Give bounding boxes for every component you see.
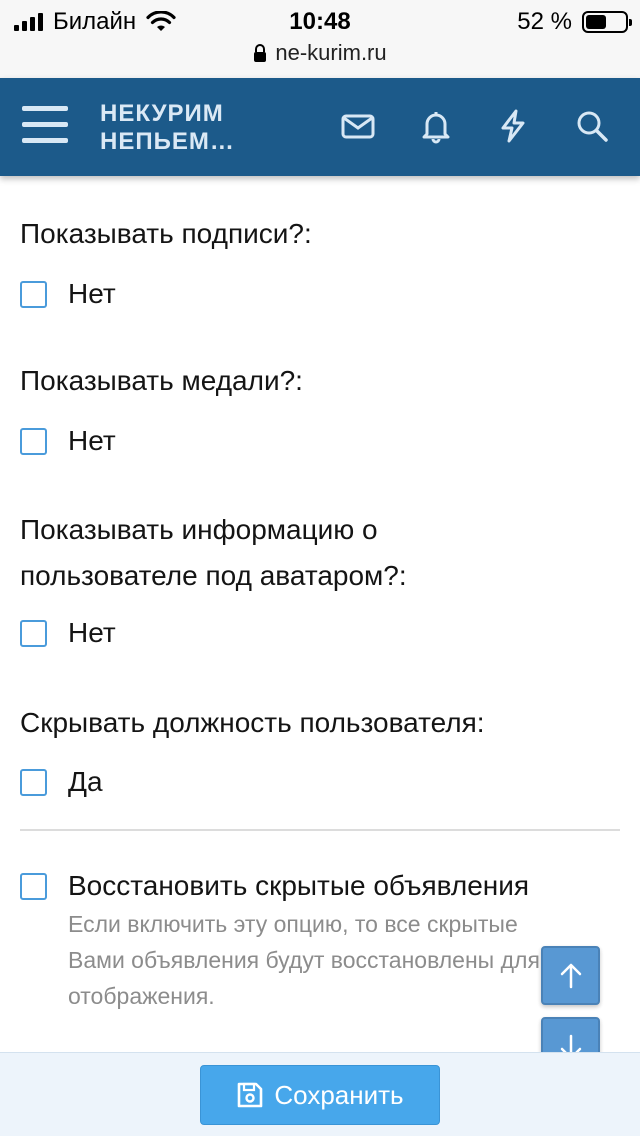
signatures-option[interactable]: Нет <box>20 278 116 310</box>
status-right: 52 % <box>517 8 632 36</box>
signatures-option-text: Нет <box>68 278 116 309</box>
signatures-checkbox[interactable] <box>20 280 47 308</box>
site-header: НЕКУРИМ НЕПЬЕМ… <box>0 78 640 176</box>
search-icon[interactable] <box>574 108 610 144</box>
hide-title-checkbox[interactable] <box>20 768 47 796</box>
battery-percent: 52 % <box>517 8 572 35</box>
battery-icon <box>582 11 632 33</box>
mail-icon[interactable] <box>340 108 376 144</box>
medals-option[interactable]: Нет <box>20 425 116 457</box>
battery-level <box>586 15 606 29</box>
save-button-label: Сохранить <box>274 1079 404 1110</box>
floppy-disk-icon <box>238 1082 263 1108</box>
hide-title-option[interactable]: Да <box>20 766 103 798</box>
menu-icon[interactable] <box>22 106 68 146</box>
logo-line-1: НЕКУРИМ <box>100 100 224 127</box>
divider <box>20 829 620 831</box>
user-info-label-line-2: пользователе под аватаром?: <box>20 560 407 591</box>
user-info-option[interactable]: Нет <box>20 617 116 649</box>
url-text: ne-kurim.ru <box>275 40 387 65</box>
restore-ads-option-text: Восстановить скрытые объявления <box>68 870 530 901</box>
save-button[interactable]: Сохранить <box>200 1065 440 1125</box>
arrow-up-icon <box>560 963 581 988</box>
scroll-up-button[interactable] <box>541 946 600 1005</box>
user-info-label-line-1: Показывать информацию о <box>20 514 378 545</box>
site-logo[interactable]: НЕКУРИМ НЕПЬЕМ… <box>100 100 235 156</box>
logo-line-2: НЕПЬЕМ… <box>100 128 235 155</box>
restore-ads-checkbox[interactable] <box>20 872 47 900</box>
user-info-checkbox[interactable] <box>20 619 47 647</box>
bell-icon[interactable] <box>418 108 454 144</box>
medals-checkbox[interactable] <box>20 427 47 455</box>
medals-label: Показывать медали?: <box>20 365 303 396</box>
restore-ads-option[interactable]: Восстановить скрытые объявления <box>20 870 529 902</box>
lock-icon <box>254 44 267 62</box>
status-bar: Билайн 10:48 52 % ne-kurim.ru <box>0 0 640 78</box>
restore-ads-hint-line-1: Если включить эту опцию, то все скрытые <box>68 911 518 937</box>
medals-option-text: Нет <box>68 425 116 456</box>
signatures-label: Показывать подписи?: <box>20 218 312 249</box>
hide-title-option-text: Да <box>68 766 103 797</box>
user-info-option-text: Нет <box>68 617 116 648</box>
lightning-icon[interactable] <box>495 108 531 144</box>
address-bar[interactable]: ne-kurim.ru <box>0 40 640 66</box>
hide-title-label: Скрывать должность пользователя: <box>20 707 485 738</box>
form-footer: Сохранить <box>0 1052 640 1136</box>
